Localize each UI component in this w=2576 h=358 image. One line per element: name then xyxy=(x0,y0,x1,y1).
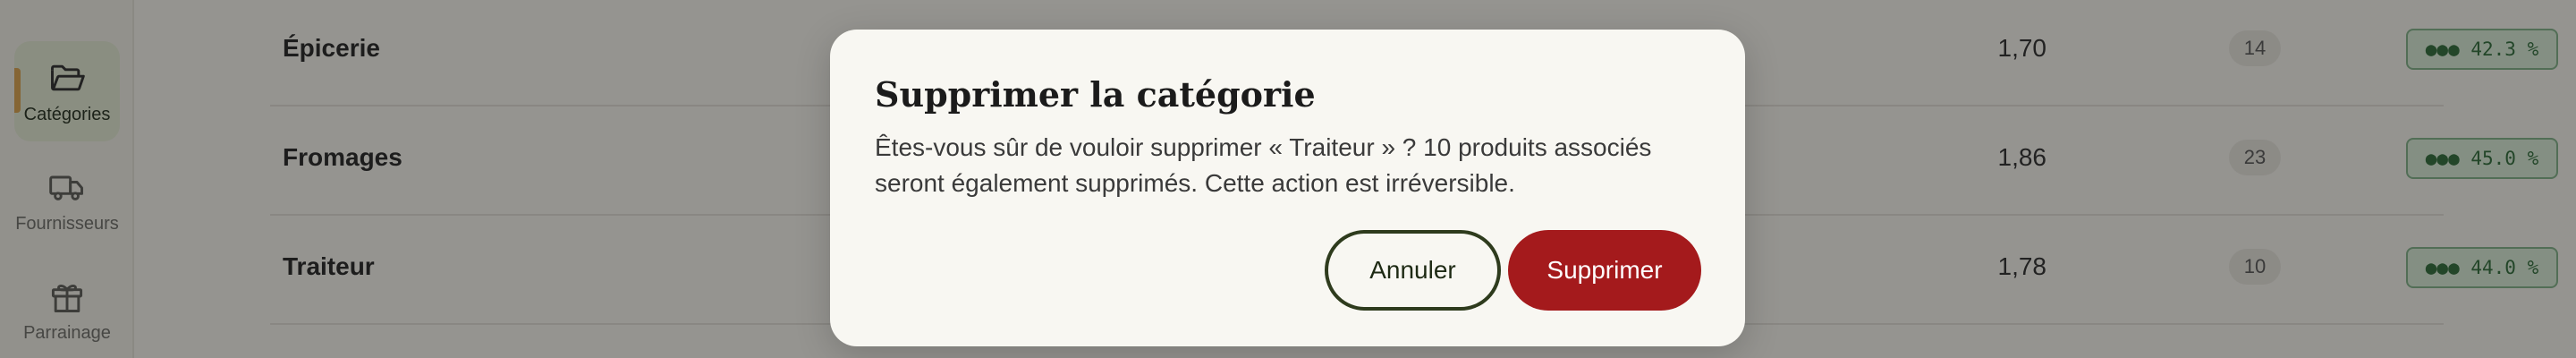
delete-category-dialog: Supprimer la catégorie Êtes-vous sûr de … xyxy=(830,30,1745,346)
dialog-title: Supprimer la catégorie xyxy=(875,74,1316,115)
confirm-delete-button[interactable]: Supprimer xyxy=(1508,230,1701,311)
cancel-button[interactable]: Annuler xyxy=(1325,230,1501,311)
dialog-message: Êtes-vous sûr de vouloir supprimer « Tra… xyxy=(875,133,1652,197)
